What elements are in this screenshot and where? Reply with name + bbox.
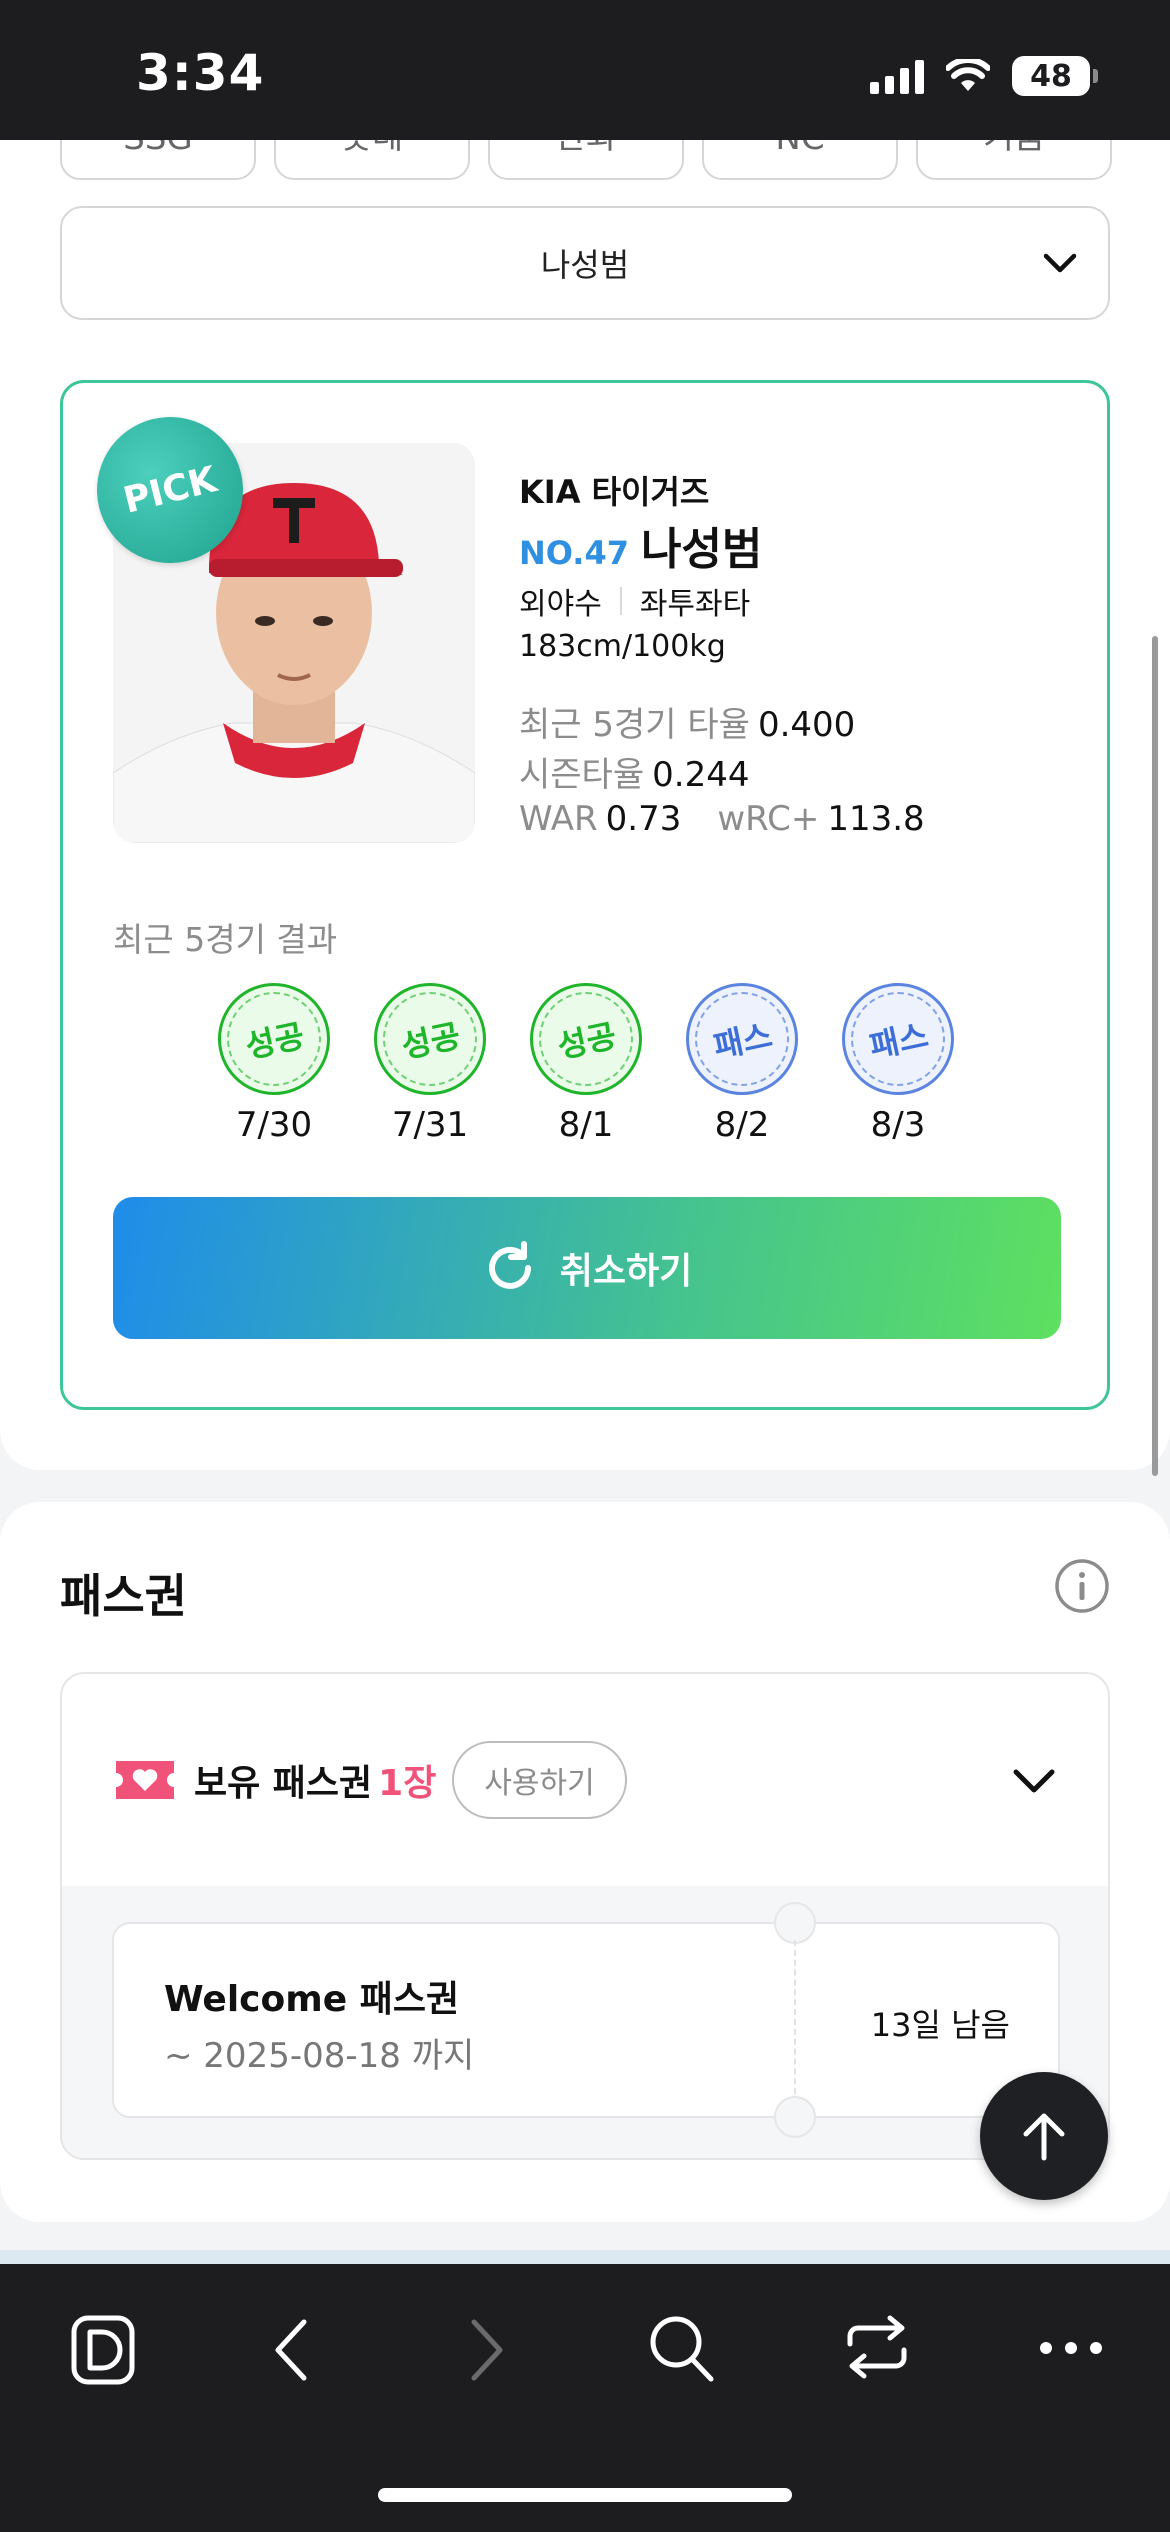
player-number: NO.47 (519, 534, 629, 572)
player-name: 나성범 (640, 524, 763, 575)
result-item: 성공 7/30 (218, 983, 330, 1145)
cellular-signal-icon (870, 58, 924, 94)
stat-season-value: 0.244 (652, 755, 750, 795)
stat-recent5-value: 0.400 (757, 705, 856, 745)
home-indicator[interactable] (378, 2488, 792, 2502)
ticket-heart-icon (116, 1761, 174, 1799)
coupon-name: Welcome 패스권 (164, 1979, 460, 2020)
pass-header[interactable]: 보유 패스권 1장 사용하기 (62, 1674, 1108, 1886)
scroll-to-top-button[interactable] (980, 2072, 1108, 2200)
app-logo-icon[interactable] (70, 2314, 136, 2386)
result-item: 패스 8/3 (842, 983, 954, 1145)
stat-recent5: 최근 5경기 타율 0.400 (519, 697, 855, 746)
pass-section-title: 패스권 (60, 1569, 187, 1623)
team-tabs: SSG 롯데 한화 NC 키움 (60, 140, 1112, 180)
success-stamp: 성공 (218, 983, 330, 1095)
scrollbar[interactable] (1152, 636, 1158, 1476)
coupon-divider (794, 1940, 796, 2104)
player-select[interactable]: 나성범 (60, 206, 1110, 320)
status-bar: 3:34 48 (0, 0, 1170, 140)
coupon-period: ~ 2025-08-18 까지 (164, 2036, 475, 2076)
pass-box: 보유 패스권 1장 사용하기 Welcome 패스권 ~ 2025-08-18 … (60, 1672, 1110, 2160)
team-tab-lotte[interactable]: 롯데 (274, 140, 470, 180)
pass-list: Welcome 패스권 ~ 2025-08-18 까지 13일 남음 (62, 1886, 1108, 2158)
more-icon[interactable] (1038, 2340, 1104, 2356)
use-pass-button[interactable]: 사용하기 (452, 1741, 627, 1819)
pass-stamp: 패스 (842, 983, 954, 1095)
success-stamp: 성공 (530, 983, 642, 1095)
result-date: 7/31 (391, 1105, 469, 1145)
team-tab-kiwoom[interactable]: 키움 (916, 140, 1112, 180)
player-title: NO.47 나성범 (519, 513, 762, 577)
stat-war-value: 0.73 (605, 799, 682, 839)
result-date: 8/3 (870, 1105, 926, 1145)
player-height-weight: 183cm/100kg (519, 629, 726, 664)
tabs-icon[interactable] (844, 2314, 910, 2380)
refresh-icon (488, 1241, 531, 1289)
stat-wrc-label: wRC+ (717, 799, 820, 839)
result-item: 성공 7/31 (374, 983, 486, 1145)
team-tab-hanwha[interactable]: 한화 (488, 140, 684, 180)
info-icon[interactable] (1054, 1558, 1110, 1614)
back-icon[interactable] (268, 2318, 316, 2382)
arrow-up-icon (1023, 2113, 1065, 2161)
result-date: 8/1 (558, 1105, 614, 1145)
result-date: 7/30 (235, 1105, 313, 1145)
team-name: KIA 타이거즈 (519, 473, 710, 511)
coupon-notch (774, 2096, 816, 2138)
owned-pass-count: 1장 (378, 1763, 437, 1804)
pick-label: PICK (119, 458, 221, 522)
player-pick-section: SSG 롯데 한화 NC 키움 나성범 PICK (0, 140, 1170, 1470)
player-position: 외야수 (519, 587, 602, 622)
cancel-pick-button[interactable]: 취소하기 (113, 1197, 1061, 1339)
wifi-icon (946, 59, 990, 91)
cancel-label: 취소하기 (559, 1251, 693, 1292)
coupon-notch (774, 1902, 816, 1944)
player-card: PICK KIA 타이거즈 NO.47 나성범 외야수 좌투좌타 183cm/1… (60, 380, 1110, 1410)
result-item: 성공 8/1 (530, 983, 642, 1145)
result-date: 8/2 (714, 1105, 770, 1145)
team-tab-ssg[interactable]: SSG (60, 140, 256, 180)
status-time: 3:34 (136, 44, 265, 102)
player-select-value: 나성범 (540, 246, 630, 284)
coupon-remaining: 13일 남음 (870, 2006, 1010, 2044)
stat-recent5-label: 최근 5경기 타율 (519, 705, 750, 745)
stat-war-label: WAR (519, 799, 598, 839)
chevron-down-icon (1043, 253, 1077, 273)
chevron-down-icon[interactable] (1010, 1762, 1058, 1802)
owned-pass-label: 보유 패스권 (194, 1763, 373, 1804)
forward-icon (471, 2319, 503, 2381)
recent-results: 성공 7/30 성공 7/31 성공 8/1 패스 8/2 패스 8/3 (218, 983, 954, 1145)
pass-stamp: 패스 (686, 983, 798, 1095)
stat-wrc-value: 113.8 (827, 799, 925, 839)
divider (619, 587, 622, 615)
result-item: 패스 8/2 (686, 983, 798, 1145)
success-stamp: 성공 (374, 983, 486, 1095)
recent-results-label: 최근 5경기 결과 (113, 920, 338, 959)
stat-season: 시즌타율 0.244 (519, 747, 749, 796)
battery-icon: 48 (1012, 56, 1098, 96)
pass-coupon[interactable]: Welcome 패스권 ~ 2025-08-18 까지 13일 남음 (112, 1902, 1060, 2138)
search-icon[interactable] (648, 2314, 716, 2384)
team-tab-nc[interactable]: NC (702, 140, 898, 180)
stat-season-label: 시즌타율 (519, 755, 645, 795)
player-bat-throw: 좌투좌타 (639, 587, 751, 622)
status-icons: 48 (870, 56, 1098, 96)
divider (0, 2250, 1170, 2264)
stat-war-wrc: WAR 0.73 wRC+ 113.8 (519, 799, 925, 839)
player-position-line: 외야수 좌투좌타 (519, 579, 750, 623)
